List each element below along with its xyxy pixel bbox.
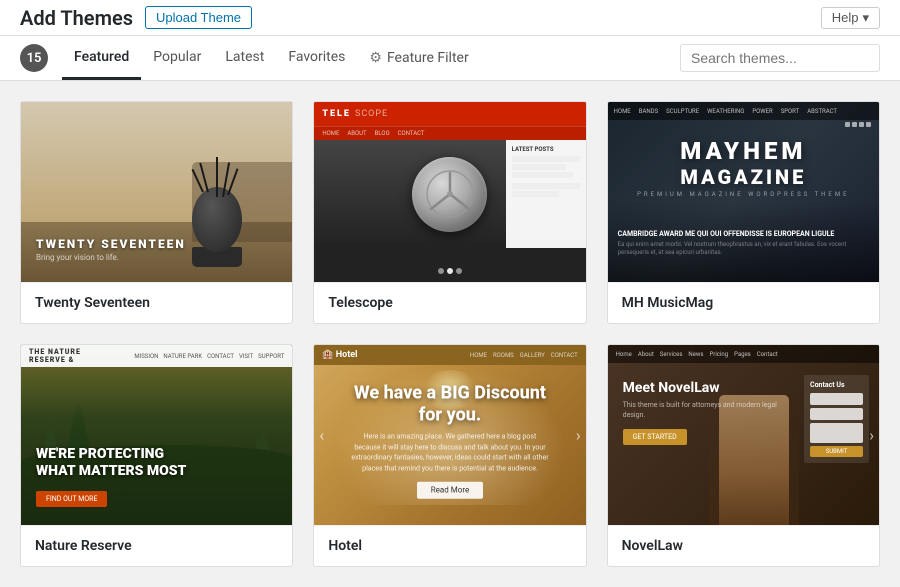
tab-latest[interactable]: Latest: [213, 36, 276, 80]
novellaw-title: Meet NovelLaw: [623, 380, 799, 396]
theme-preview-hotel: 🏨 Hotel HOME ROOMS GALLERY CONTACT We ha…: [314, 345, 585, 525]
novellaw-contact-form: Contact Us SUBMIT: [804, 375, 869, 463]
novellaw-content: Meet NovelLaw This theme is built for at…: [623, 380, 799, 445]
help-button[interactable]: Help ▾: [821, 7, 880, 29]
theme-name-novellaw: NovelLaw: [608, 525, 879, 566]
theme-count-badge: 15: [20, 44, 48, 72]
page-title: Add Themes: [20, 6, 133, 30]
novellaw-nav: Home About Services News Pricing Pages C…: [608, 345, 879, 363]
gear-icon: ⚙: [369, 50, 382, 66]
twenty-seventeen-overlay: TWENTY SEVENTEEN Bring your vision to li…: [36, 237, 186, 262]
theme-preview-musicmag: HOME BANDS SCULPTURE WEATHERING POWER SP…: [608, 102, 879, 282]
theme-preview-novellaw: Home About Services News Pricing Pages C…: [608, 345, 879, 525]
theme-card-telescope[interactable]: TELESCOPE HOME ABOUT BLOG CONTACT: [313, 101, 586, 324]
main-content: TWENTY SEVENTEEN Bring your vision to li…: [0, 81, 900, 587]
theme-name-mh-musicmag: MH MusicMag: [608, 282, 879, 323]
theme-name-twenty-seventeen: Twenty Seventeen: [21, 282, 292, 323]
theme-preview-telescope: TELESCOPE HOME ABOUT BLOG CONTACT: [314, 102, 585, 282]
help-label: Help: [832, 10, 859, 25]
upload-theme-button[interactable]: Upload Theme: [145, 6, 252, 29]
search-input[interactable]: [680, 44, 880, 72]
feature-filter-label: Feature Filter: [387, 50, 469, 66]
theme-card-novellaw[interactable]: Home About Services News Pricing Pages C…: [607, 344, 880, 567]
tab-popular[interactable]: Popular: [141, 36, 213, 80]
tab-favorites[interactable]: Favorites: [276, 36, 357, 80]
nav-left: 15 Featured Popular Latest Favorites ⚙ F…: [20, 36, 481, 80]
theme-preview-nature: THE NATURERESERVE & MISSION NATURE PARK …: [21, 345, 292, 525]
theme-card-twenty-seventeen[interactable]: TWENTY SEVENTEEN Bring your vision to li…: [20, 101, 293, 324]
theme-card-mh-musicmag[interactable]: HOME BANDS SCULPTURE WEATHERING POWER SP…: [607, 101, 880, 324]
theme-name-hotel: Hotel: [314, 525, 585, 566]
theme-card-hotel[interactable]: 🏨 Hotel HOME ROOMS GALLERY CONTACT We ha…: [313, 344, 586, 567]
musicmag-nav: HOME BANDS SCULPTURE WEATHERING POWER SP…: [608, 102, 879, 120]
top-bar: Add Themes Upload Theme Help ▾: [0, 0, 900, 36]
theme-preview-twenty-seventeen: TWENTY SEVENTEEN Bring your vision to li…: [21, 102, 292, 282]
novellaw-cta-btn: GET STARTED: [623, 429, 687, 445]
feature-filter-button[interactable]: ⚙ Feature Filter: [357, 36, 480, 80]
nav-bar: 15 Featured Popular Latest Favorites ⚙ F…: [0, 36, 900, 81]
themes-grid: TWENTY SEVENTEEN Bring your vision to li…: [20, 101, 880, 567]
tab-featured[interactable]: Featured: [62, 36, 141, 80]
theme-card-nature-reserve[interactable]: THE NATURERESERVE & MISSION NATURE PARK …: [20, 344, 293, 567]
theme-name-telescope: Telescope: [314, 282, 585, 323]
chevron-down-icon: ▾: [862, 10, 869, 26]
novellaw-desc: This theme is built for attorneys and mo…: [623, 401, 799, 421]
theme-name-nature-reserve: Nature Reserve: [21, 525, 292, 566]
top-bar-left: Add Themes Upload Theme: [20, 6, 252, 30]
